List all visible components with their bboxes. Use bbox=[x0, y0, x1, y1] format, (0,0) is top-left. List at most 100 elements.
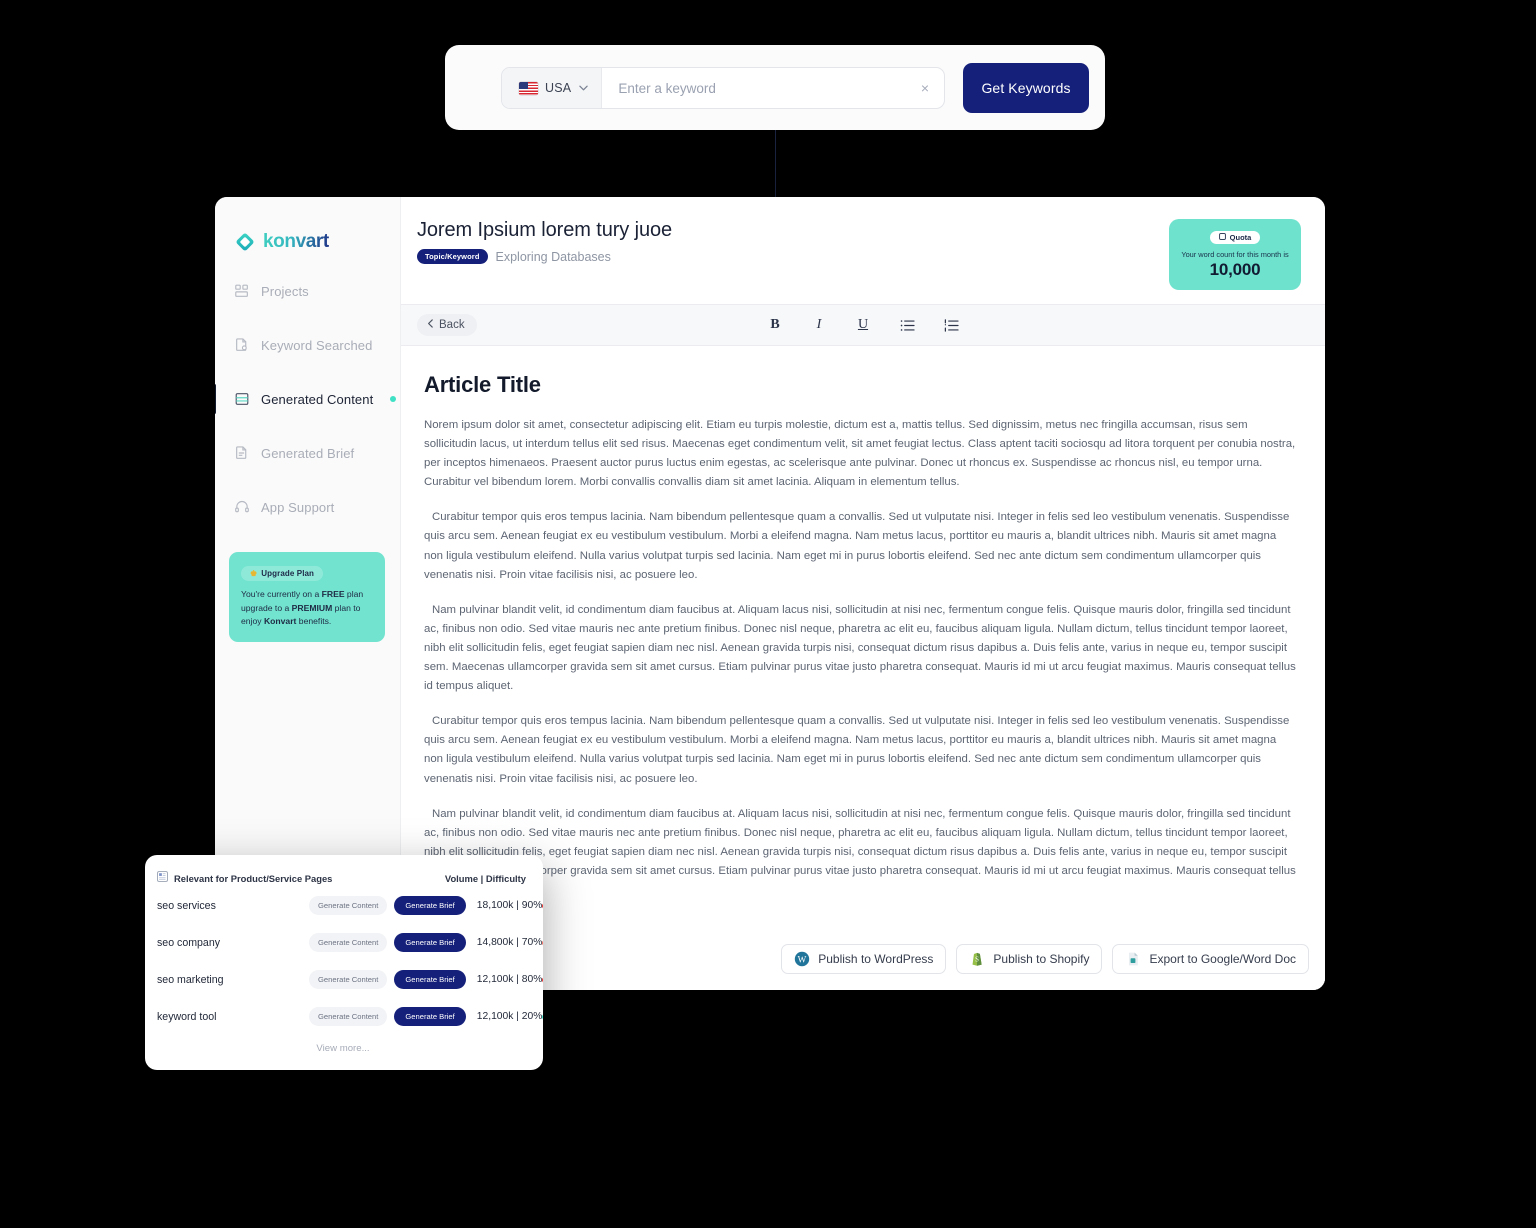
back-button[interactable]: Back bbox=[417, 314, 477, 336]
sidebar-nav: Projects Keyword Searched Generated Cont… bbox=[215, 273, 400, 525]
generate-brief-button[interactable]: Generate Brief bbox=[394, 1007, 466, 1026]
brand-logo[interactable]: konvart bbox=[215, 197, 400, 253]
generate-brief-button[interactable]: Generate Brief bbox=[394, 970, 466, 989]
table-icon bbox=[157, 869, 168, 887]
keywords-panel-metric-header: Volume | Difficulty bbox=[444, 872, 526, 884]
table-row[interactable]: keyword tool Generate Content Generate B… bbox=[155, 998, 543, 1035]
status-dot bbox=[390, 396, 397, 402]
keywords-panel-title: Relevant for Product/Service Pages bbox=[174, 872, 333, 884]
keywords-panel-header: Relevant for Product/Service Pages Volum… bbox=[155, 869, 531, 887]
upgrade-text-free: FREE bbox=[321, 589, 345, 599]
upgrade-plan-badge-label: Upgrade Plan bbox=[261, 569, 315, 578]
editor-toolbar: Back B I U bbox=[401, 304, 1325, 346]
sidebar-item-projects[interactable]: Projects bbox=[215, 273, 400, 309]
content-header-left: Jorem Ipsium lorem tury juoe Topic/Keywo… bbox=[417, 219, 672, 264]
generate-brief-button[interactable]: Generate Brief bbox=[394, 896, 466, 915]
article-title: Article Title bbox=[424, 372, 541, 397]
keyword-metric: 12,100k | 80% bbox=[476, 974, 543, 985]
headset-icon bbox=[234, 499, 250, 515]
keyword-search-card: USA × Get Keywords bbox=[445, 45, 1105, 130]
crown-icon: ♚ bbox=[250, 569, 258, 578]
article-paragraph: Norem ipsum dolor sit amet, consectetur … bbox=[424, 419, 1296, 489]
difficulty-dot bbox=[542, 939, 543, 946]
svg-text:W: W bbox=[798, 955, 807, 965]
publish-to-wordpress-button[interactable]: W Publish to WordPress bbox=[781, 944, 947, 974]
bold-icon[interactable]: B bbox=[766, 316, 784, 334]
generate-brief-button[interactable]: Generate Brief bbox=[394, 933, 466, 952]
publish-to-shopify-button[interactable]: S Publish to Shopify bbox=[956, 944, 1103, 974]
bullet-list-icon[interactable] bbox=[898, 316, 916, 334]
svg-text:S: S bbox=[976, 957, 980, 964]
formatting-tools: B I U bbox=[766, 316, 960, 334]
file-search-icon bbox=[234, 337, 250, 353]
quota-badge: Quota bbox=[1209, 231, 1261, 244]
get-keywords-button[interactable]: Get Keywords bbox=[963, 63, 1089, 113]
view-more-link[interactable]: View more... bbox=[155, 1043, 531, 1054]
sidebar-item-app-support[interactable]: App Support bbox=[215, 489, 400, 525]
keyword-label: keyword tool bbox=[157, 1010, 217, 1023]
generate-content-button[interactable]: Generate Content bbox=[309, 933, 388, 952]
search-input-group: USA × bbox=[501, 67, 945, 109]
upgrade-text-brand: Konvart bbox=[263, 616, 297, 626]
sidebar-item-generated-brief[interactable]: Generated Brief bbox=[215, 435, 400, 471]
sidebar-item-generated-content[interactable]: Generated Content bbox=[215, 381, 400, 417]
content-header: Jorem Ipsium lorem tury juoe Topic/Keywo… bbox=[401, 197, 1325, 304]
country-selector[interactable]: USA bbox=[502, 68, 603, 108]
sidebar-item-label: Projects bbox=[261, 283, 309, 299]
keyword-metric: 12,100k | 20% bbox=[476, 1011, 543, 1022]
sidebar-item-label: App Support bbox=[261, 499, 335, 515]
table-row[interactable]: seo company Generate Content Generate Br… bbox=[155, 924, 543, 961]
upgrade-plan-card[interactable]: ♚ Upgrade Plan You're currently on a FRE… bbox=[229, 552, 385, 642]
chevron-left-icon bbox=[427, 319, 434, 331]
publish-to-wordpress-label: Publish to WordPress bbox=[818, 952, 934, 966]
generate-content-button[interactable]: Generate Content bbox=[309, 970, 388, 989]
upgrade-plan-badge: ♚ Upgrade Plan bbox=[241, 566, 324, 581]
table-row[interactable]: seo marketing Generate Content Generate … bbox=[155, 961, 543, 998]
underline-icon[interactable]: U bbox=[854, 316, 872, 334]
search-input[interactable] bbox=[602, 68, 917, 108]
generate-content-button[interactable]: Generate Content bbox=[309, 1007, 388, 1026]
generate-content-button[interactable]: Generate Content bbox=[309, 896, 388, 915]
upgrade-text-g: benefits. bbox=[296, 616, 332, 626]
document-body[interactable]: Article Title Norem ipsum dolor sit amet… bbox=[401, 346, 1325, 928]
keyword-metric: 18,100k | 90% bbox=[476, 900, 543, 911]
keywords-panel-header-left: Relevant for Product/Service Pages bbox=[157, 869, 332, 887]
publish-to-shopify-label: Publish to Shopify bbox=[993, 952, 1090, 966]
article-paragraph: Curabitur tempor quis eros tempus lacini… bbox=[424, 715, 1290, 785]
relevant-keywords-panel: Relevant for Product/Service Pages Volum… bbox=[145, 855, 543, 1070]
export-to-google-word-doc-label: Export to Google/Word Doc bbox=[1149, 952, 1296, 966]
difficulty-dot bbox=[542, 902, 543, 909]
clear-icon[interactable]: × bbox=[917, 68, 944, 108]
quota-badge-label: Quota bbox=[1229, 233, 1252, 242]
article-paragraph: Curabitur tempor quis eros tempus lacini… bbox=[424, 511, 1290, 581]
quota-value: 10,000 bbox=[1209, 260, 1261, 279]
topic-keyword-badge: Topic/Keyword bbox=[417, 249, 488, 264]
document-lines-icon bbox=[234, 391, 250, 407]
keyword-label: seo marketing bbox=[157, 973, 224, 986]
export-to-google-word-doc-button[interactable]: Export to Google/Word Doc bbox=[1112, 944, 1309, 974]
upgrade-text-premium: PREMIUM bbox=[291, 602, 333, 613]
chevron-down-icon bbox=[579, 83, 589, 93]
shopify-icon: S bbox=[969, 951, 985, 967]
back-button-label: Back bbox=[439, 319, 465, 331]
screen-root: USA × Get Keywords bbox=[0, 0, 1536, 1228]
square-icon bbox=[1218, 233, 1226, 242]
keyword-metric: 14,800k | 70% bbox=[476, 937, 543, 948]
file-icon bbox=[234, 445, 250, 461]
sidebar-item-label: Generated Brief bbox=[261, 445, 355, 461]
numbered-list-icon[interactable] bbox=[942, 316, 960, 334]
table-row[interactable]: seo services Generate Content Generate B… bbox=[155, 887, 543, 924]
page-title: Jorem Ipsium lorem tury juoe bbox=[417, 219, 673, 241]
quota-card: Quota Your word count for this month is … bbox=[1169, 219, 1301, 290]
article-paragraph: Nam pulvinar blandit velit, id condiment… bbox=[424, 603, 1296, 693]
sidebar-item-keyword-searched[interactable]: Keyword Searched bbox=[215, 327, 400, 363]
sidebar-item-label: Keyword Searched bbox=[261, 337, 373, 353]
upgrade-text-a: You're currently on a bbox=[241, 589, 322, 599]
country-label: USA bbox=[545, 81, 572, 95]
connector-line bbox=[775, 130, 776, 200]
italic-icon[interactable]: I bbox=[810, 316, 828, 334]
difficulty-dot bbox=[542, 1013, 543, 1020]
keyword-label: seo company bbox=[157, 936, 221, 949]
quota-caption: Your word count for this month is bbox=[1181, 250, 1289, 259]
page-subtitle: Exploring Databases bbox=[495, 249, 611, 264]
